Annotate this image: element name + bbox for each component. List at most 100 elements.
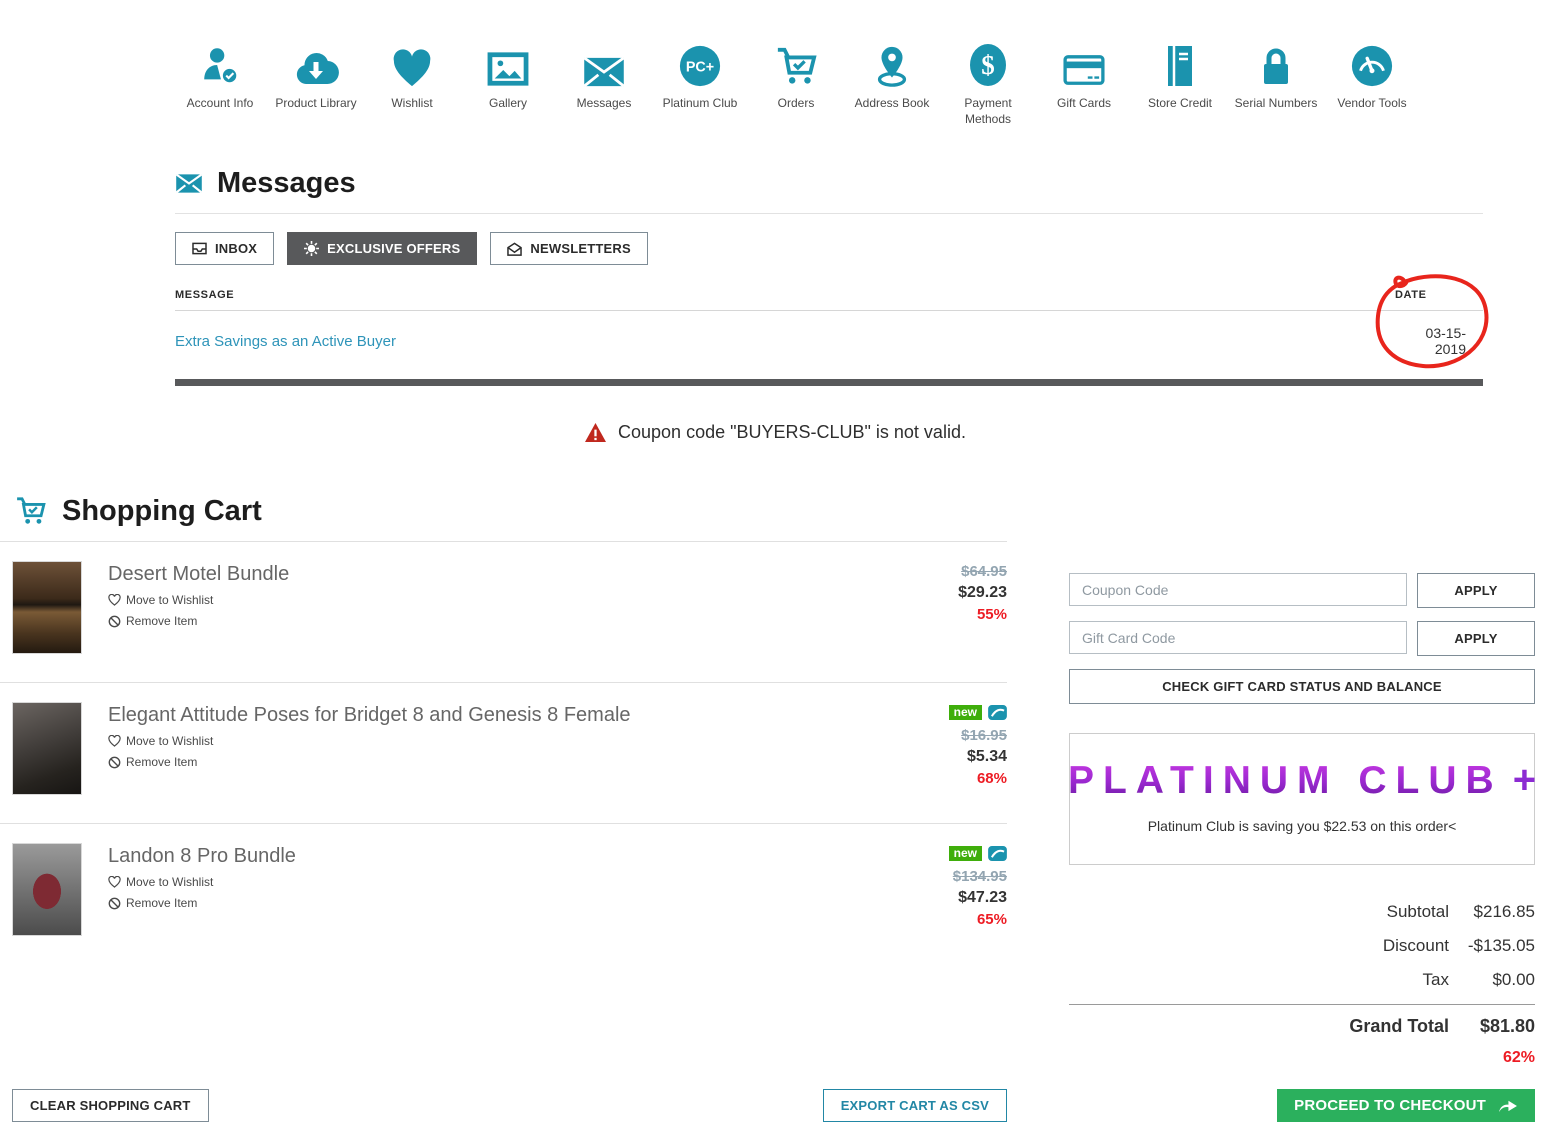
newsletter-icon [507, 242, 523, 256]
tab-label: NEWSLETTERS [530, 241, 631, 257]
svg-text:PC+: PC+ [686, 60, 714, 76]
move-to-wishlist-link[interactable]: Move to Wishlist [108, 734, 213, 748]
platinum-club-banner: PLATINUM CLUB + Platinum Club is saving … [1068, 733, 1536, 866]
nav-label: Gallery [488, 96, 527, 110]
heart-outline-icon [108, 735, 121, 748]
warning-icon [584, 422, 607, 443]
nav-item-orders[interactable]: Orders [748, 38, 844, 127]
nav-label: Account Info [186, 96, 254, 110]
product-thumbnail[interactable] [12, 843, 82, 937]
move-to-wishlist-link[interactable]: Move to Wishlist [108, 875, 213, 889]
platinum-club-icon: PC+ [678, 44, 722, 88]
nav-item-address-book[interactable]: Address Book [844, 38, 940, 127]
link-label: Move to Wishlist [126, 875, 214, 890]
checkout-sidebar: APPLY APPLY CHECK GIFT CARD STATUS AND B… [1068, 495, 1536, 1067]
product-thumbnail[interactable] [12, 561, 82, 655]
product-name[interactable]: Landon 8 Pro Bundle [108, 845, 806, 868]
arrow-right-icon [1497, 1097, 1518, 1114]
nav-item-vendor-tools[interactable]: Vendor Tools [1324, 38, 1420, 127]
nav-label: Gift Cards [1056, 96, 1111, 110]
messages-tabs: INBOX EXCLUSIVE OFFERS NEWSLETTERS [175, 232, 1483, 266]
messages-header: Messages [175, 167, 1483, 215]
tab-exclusive-offers[interactable]: EXCLUSIVE OFFERS [287, 232, 478, 266]
cart-item: Elegant Attitude Poses for Bridget 8 and… [0, 683, 1007, 825]
tab-label: INBOX [215, 241, 258, 257]
messages-table: MESSAGE DATE Extra Savings as an Active … [175, 274, 1489, 387]
daz-studio-icon [988, 845, 1007, 861]
gift-card-row: APPLY [1069, 621, 1535, 657]
nav-item-wishlist[interactable]: Wishlist [364, 38, 460, 127]
cart-column: Shopping Cart Desert Motel Bundle Move t… [0, 495, 1007, 1067]
table-bottom-bar [175, 379, 1483, 387]
cart-item: Desert Motel Bundle Move to Wishlist Rem… [0, 542, 1007, 684]
map-pin-icon [870, 44, 914, 88]
tab-newsletters[interactable]: NEWSLETTERS [490, 232, 648, 266]
nav-item-payment-methods[interactable]: $ Payment Methods [940, 38, 1036, 127]
link-label: Remove Item [126, 896, 198, 911]
link-label: Remove Item [126, 755, 198, 770]
cart-check-icon [774, 46, 818, 88]
nav-item-gallery[interactable]: Gallery [460, 38, 556, 127]
new-badge: new [948, 845, 982, 861]
check-gift-card-button[interactable]: CHECK GIFT CARD STATUS AND BALANCE [1069, 669, 1535, 705]
credit-card-icon [1062, 54, 1106, 88]
cart-title: Shopping Cart [62, 495, 262, 528]
total-value: $81.80 [1479, 1016, 1535, 1037]
nav-item-account-info[interactable]: Account Info [172, 38, 268, 127]
heart-icon [390, 48, 434, 88]
proceed-to-checkout-button[interactable]: PROCEED TO CHECKOUT [1277, 1089, 1535, 1123]
nav-item-messages[interactable]: Messages [556, 38, 652, 127]
cart-header: Shopping Cart [0, 495, 1007, 543]
messages-title: Messages [217, 167, 356, 200]
apply-coupon-button[interactable]: APPLY [1417, 573, 1535, 609]
image-icon [486, 50, 530, 88]
remove-item-link[interactable]: Remove Item [108, 896, 197, 910]
total-value: -$135.05 [1467, 936, 1535, 956]
product-name[interactable]: Desert Motel Bundle [108, 563, 806, 586]
old-price: $64.95 [961, 563, 1007, 581]
alert-text: Coupon code "BUYERS-CLUB" is not valid. [618, 422, 966, 443]
dollar-circle-icon: $ [967, 42, 1009, 88]
tax-row: Tax $0.00 [1069, 963, 1535, 997]
link-label: Move to Wishlist [126, 734, 214, 749]
account-icon [198, 44, 242, 88]
heart-outline-icon [108, 876, 121, 889]
tab-inbox[interactable]: INBOX [175, 232, 275, 266]
export-csv-button[interactable]: EXPORT CART AS CSV [822, 1089, 1007, 1123]
messages-table-header: MESSAGE DATE [175, 289, 1483, 312]
inbox-icon [192, 242, 207, 255]
apply-gift-card-button[interactable]: APPLY [1417, 621, 1535, 657]
clear-cart-button[interactable]: CLEAR SHOPPING CART [12, 1089, 209, 1123]
shopping-cart-icon [14, 496, 47, 527]
coupon-code-input[interactable] [1069, 573, 1407, 607]
product-thumbnail[interactable] [12, 702, 82, 796]
nav-label: Wishlist [391, 96, 433, 110]
no-symbol-icon [108, 615, 121, 628]
grand-total-row: Grand Total $81.80 [1069, 1004, 1535, 1044]
gauge-icon [1350, 44, 1394, 88]
nav-label: Messages [576, 96, 632, 110]
remove-item-link[interactable]: Remove Item [108, 614, 197, 628]
message-link[interactable]: Extra Savings as an Active Buyer [175, 333, 1395, 350]
envelope-icon [582, 56, 626, 88]
move-to-wishlist-link[interactable]: Move to Wishlist [108, 593, 213, 607]
messages-envelope-icon [175, 173, 203, 194]
tab-label: EXCLUSIVE OFFERS [327, 241, 461, 257]
cart-layout: Shopping Cart Desert Motel Bundle Move t… [0, 495, 1550, 1067]
nav-item-serial-numbers[interactable]: Serial Numbers [1228, 38, 1324, 127]
old-price: $16.95 [961, 727, 1007, 745]
message-date: 03-15-2019 [1425, 325, 1466, 358]
product-name[interactable]: Elegant Attitude Poses for Bridget 8 and… [108, 704, 806, 727]
heart-outline-icon [108, 594, 121, 607]
column-header-date: DATE [1395, 289, 1427, 302]
nav-label: Serial Numbers [1234, 96, 1318, 110]
discount-percent: 68% [976, 770, 1007, 788]
nav-item-platinum-club[interactable]: PC+ Platinum Club [652, 38, 748, 127]
message-row: Extra Savings as an Active Buyer 03-15-2… [175, 311, 1483, 370]
nav-label: Store Credit [1147, 96, 1213, 110]
nav-item-gift-cards[interactable]: Gift Cards [1036, 38, 1132, 127]
nav-item-store-credit[interactable]: Store Credit [1132, 38, 1228, 127]
gift-card-code-input[interactable] [1069, 621, 1407, 655]
remove-item-link[interactable]: Remove Item [108, 755, 197, 769]
nav-item-product-library[interactable]: Product Library [268, 38, 364, 127]
